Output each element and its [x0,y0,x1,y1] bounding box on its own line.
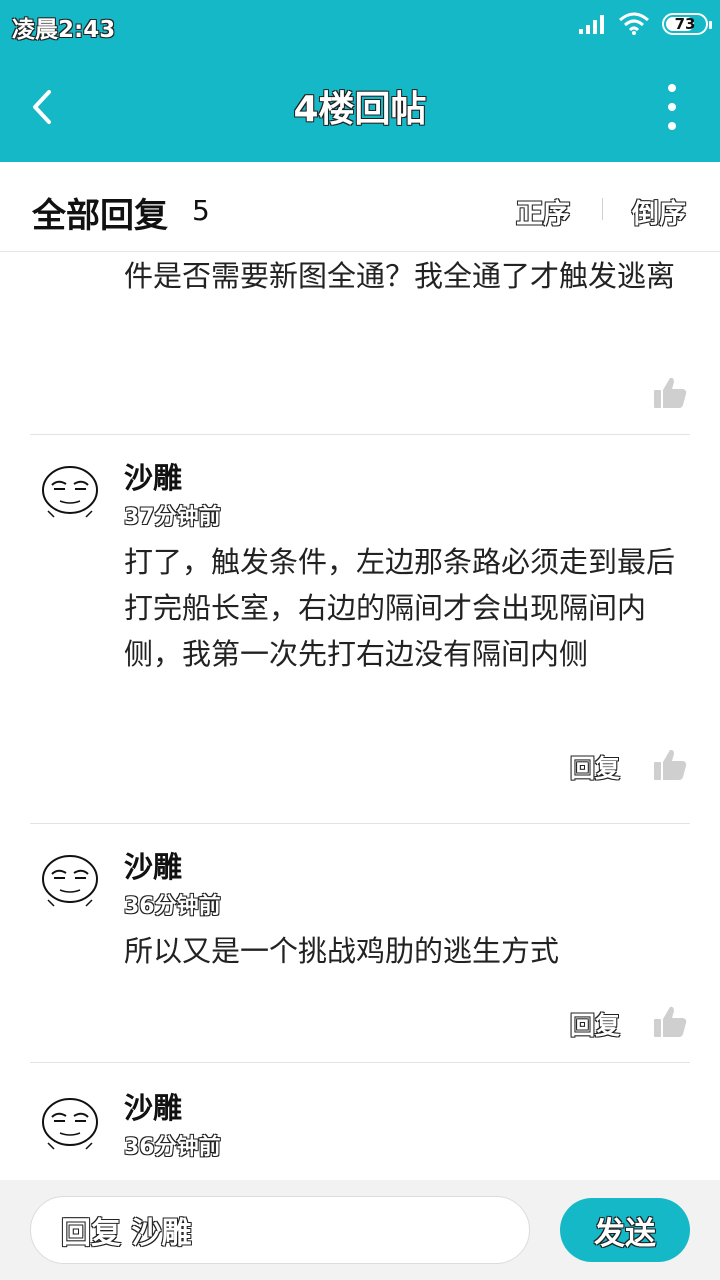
battery-tip [709,21,712,29]
more-dot-icon [668,84,676,92]
status-icons: 73 [578,8,712,40]
thumbs-up-icon[interactable] [652,747,688,783]
comment-author[interactable]: 沙雕 [124,455,182,497]
comment-author[interactable]: 沙雕 [124,1085,182,1127]
comment-list[interactable]: 件是否需要新图全通？我全通了才触发逃离 沙雕 37分钟前 打了，触发条件，左边那… [0,253,720,1180]
signal-icon [579,15,604,34]
sort-divider [602,198,603,220]
comment-body: 所以又是一个挑战鸡肋的逃生方式 [124,934,560,968]
status-time: 凌晨2:43 [12,17,116,43]
comment-divider [30,434,690,435]
battery-level: 73 [674,15,696,33]
reply-input[interactable]: 回复 沙雕 [30,1196,530,1264]
comment-time: 36分钟前 [124,1135,221,1160]
more-dot-icon [668,122,676,130]
avatar[interactable] [40,461,100,521]
comment-body: 打了，触发条件，左边那条路必须走到最后打完船长室，右边的隔间才会出现隔间内侧，我… [124,545,676,671]
sort-ascending-button[interactable]: 正序 [516,192,570,231]
replies-count: 5 [192,194,210,227]
reply-button[interactable]: 回复 [570,1006,620,1042]
page-title: 4楼回帖 [293,89,427,130]
comment-divider [30,823,690,824]
reply-button[interactable]: 回复 [570,749,620,785]
app-header: 凌晨2:43 73 4楼回帖 [0,0,720,162]
comment-divider [30,1062,690,1063]
avatar[interactable] [40,1093,100,1153]
comment-time: 37分钟前 [124,505,221,530]
comment-time: 36分钟前 [124,894,221,919]
comment-body: 件是否需要新图全通？我全通了才触发逃离 [124,259,676,293]
send-button[interactable]: 发送 [560,1198,690,1262]
thumbs-up-icon[interactable] [652,375,688,411]
sort-descending-button[interactable]: 倒序 [632,192,686,231]
more-dot-icon [668,103,676,111]
avatar[interactable] [40,850,100,910]
comment-author[interactable]: 沙雕 [124,844,182,886]
more-options-button[interactable] [662,84,682,130]
battery-icon: 73 [662,13,712,35]
wifi-icon [619,12,649,35]
replies-header: 全部回复 5 正序 倒序 [0,162,720,252]
replies-title: 全部回复 [32,196,168,236]
reply-composer: 回复 沙雕 发送 [0,1180,720,1280]
thumbs-up-icon[interactable] [652,1004,688,1040]
